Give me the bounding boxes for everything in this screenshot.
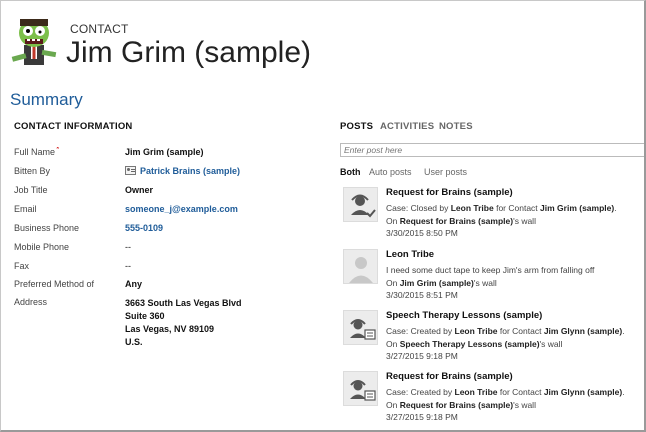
field-bitten-by[interactable]: Bitten By Patrick Brains (sample) xyxy=(14,166,314,184)
business-phone-link[interactable]: 555-0109 xyxy=(125,223,163,233)
field-address[interactable]: Address 3663 South Las Vegas Blvd Suite … xyxy=(14,297,314,349)
post-author-link[interactable]: Leon Tribe xyxy=(451,203,494,213)
post-wall: On Speech Therapy Lessons (sample)'s wal… xyxy=(386,339,563,349)
case-closed-icon xyxy=(343,187,378,222)
summary-tab-heading[interactable]: Summary xyxy=(10,90,83,110)
field-email[interactable]: Email someone_j@example.com xyxy=(14,204,314,222)
post-title[interactable]: Request for Brains (sample) xyxy=(386,187,513,198)
field-label: Address xyxy=(14,297,48,307)
field-label: Bitten By xyxy=(14,166,51,176)
field-label: Fax xyxy=(14,261,30,271)
filter-user-posts[interactable]: User posts xyxy=(424,167,467,177)
field-full-name[interactable]: Full Name* Jim Grim (sample) xyxy=(14,147,314,165)
post-title[interactable]: Speech Therapy Lessons (sample) xyxy=(386,310,542,321)
address-city-line: Las Vegas, NV 89109 xyxy=(125,324,215,334)
post-wall: On Jim Grim (sample)'s wall xyxy=(386,278,497,288)
entity-type-label: CONTACT xyxy=(70,22,129,36)
post-wall-link[interactable]: Request for Brains (sample) xyxy=(400,216,513,226)
post-item[interactable]: Request for Brains (sample) Case: Create… xyxy=(343,371,643,432)
post-text: Case: Created by Leon Tribe for Contact … xyxy=(386,326,625,336)
post-timestamp: 3/27/2015 9:18 PM xyxy=(386,412,458,422)
filter-auto-posts[interactable]: Auto posts xyxy=(369,167,412,177)
post-timestamp: 3/30/2015 8:51 PM xyxy=(386,290,458,300)
field-preferred-method[interactable]: Preferred Method of Any xyxy=(14,279,314,297)
field-mobile-phone[interactable]: Mobile Phone -- xyxy=(14,242,314,260)
tab-activities[interactable]: ACTIVITIES xyxy=(380,121,434,132)
field-label: Job Title xyxy=(14,185,48,195)
post-item[interactable]: Leon Tribe I need some duct tape to keep… xyxy=(343,249,643,311)
contact-information-heading: CONTACT INFORMATION xyxy=(14,121,133,132)
field-label: Full Name* xyxy=(14,147,118,157)
field-label: Business Phone xyxy=(14,223,80,233)
preferred-method-value[interactable]: Any xyxy=(125,279,142,289)
field-fax[interactable]: Fax -- xyxy=(14,261,314,279)
post-wall-link[interactable]: Speech Therapy Lessons (sample) xyxy=(400,339,540,349)
post-wall-link[interactable]: Request for Brains (sample) xyxy=(400,400,513,410)
post-text: Case: Closed by Leon Tribe for Contact J… xyxy=(386,203,617,213)
zombie-avatar xyxy=(10,15,58,67)
address-line-1: 3663 South Las Vegas Blvd xyxy=(125,298,242,308)
field-business-phone[interactable]: Business Phone 555-0109 xyxy=(14,223,314,241)
post-text: Case: Created by Leon Tribe for Contact … xyxy=(386,387,625,397)
post-target-link[interactable]: Jim Grim (sample) xyxy=(540,203,614,213)
post-target-link[interactable]: Jim Glynn (sample) xyxy=(544,326,622,336)
full-name-value[interactable]: Jim Grim (sample) xyxy=(125,147,204,157)
user-placeholder-icon xyxy=(343,249,378,284)
mobile-phone-value[interactable]: -- xyxy=(125,242,131,252)
post-target-link[interactable]: Jim Glynn (sample) xyxy=(544,387,622,397)
post-author-link[interactable]: Leon Tribe xyxy=(455,387,498,397)
post-timestamp: 3/27/2015 9:18 PM xyxy=(386,351,458,361)
address-value[interactable]: 3663 South Las Vegas Blvd Suite 360 Las … xyxy=(125,297,242,349)
field-job-title[interactable]: Job Title Owner xyxy=(14,185,314,203)
post-text: I need some duct tape to keep Jim's arm … xyxy=(386,265,595,275)
post-item[interactable]: Request for Brains (sample) Case: Closed… xyxy=(343,187,643,249)
post-input[interactable] xyxy=(340,143,644,157)
post-wall-link[interactable]: Jim Grim (sample) xyxy=(400,278,474,288)
post-item[interactable]: Speech Therapy Lessons (sample) Case: Cr… xyxy=(343,310,643,372)
tab-notes[interactable]: NOTES xyxy=(439,121,473,132)
filter-both[interactable]: Both xyxy=(340,167,361,177)
field-label: Mobile Phone xyxy=(14,242,70,252)
tab-posts[interactable]: POSTS xyxy=(340,121,373,132)
post-title[interactable]: Leon Tribe xyxy=(386,249,434,260)
contact-card-icon xyxy=(125,166,136,175)
email-link[interactable]: someone_j@example.com xyxy=(125,204,238,214)
field-label: Preferred Method of xyxy=(14,279,95,289)
bitten-by-lookup[interactable]: Patrick Brains (sample) xyxy=(125,166,240,176)
post-author-link[interactable]: Leon Tribe xyxy=(455,326,498,336)
case-created-icon xyxy=(343,310,378,345)
address-country: U.S. xyxy=(125,337,143,347)
case-created-icon xyxy=(343,371,378,406)
job-title-value[interactable]: Owner xyxy=(125,185,153,195)
post-timestamp: 3/30/2015 8:50 PM xyxy=(386,228,458,238)
post-title[interactable]: Request for Brains (sample) xyxy=(386,371,513,382)
field-label: Email xyxy=(14,204,37,214)
fax-value[interactable]: -- xyxy=(125,261,131,271)
record-title: Jim Grim (sample) xyxy=(66,36,311,69)
post-wall: On Request for Brains (sample)'s wall xyxy=(386,216,536,226)
address-line-2: Suite 360 xyxy=(125,311,165,321)
post-wall: On Request for Brains (sample)'s wall xyxy=(386,400,536,410)
required-marker: * xyxy=(56,147,60,154)
